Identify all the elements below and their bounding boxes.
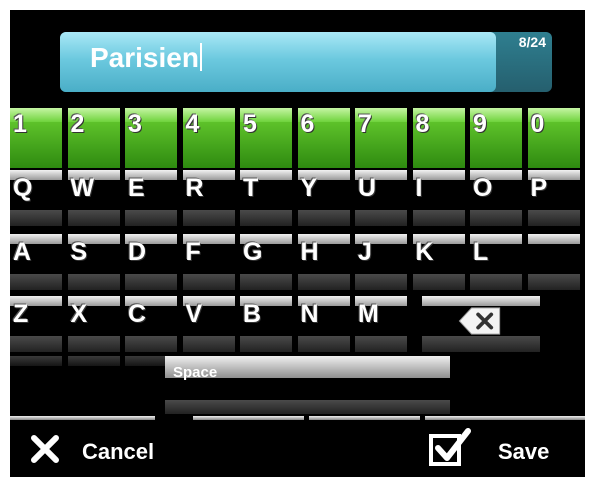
- key-r1-2[interactable]: E: [125, 170, 177, 226]
- key-label: 3: [128, 110, 142, 138]
- key-num-1[interactable]: 2: [67, 108, 120, 168]
- key-num-5[interactable]: 6: [297, 108, 350, 168]
- key-r2-7[interactable]: K: [412, 234, 465, 290]
- key-label: U: [358, 174, 377, 202]
- key-label: C: [128, 300, 147, 328]
- x-icon: [31, 435, 59, 463]
- key-label: G: [243, 238, 263, 266]
- key-label: K: [415, 238, 434, 266]
- blank-key[interactable]: [527, 234, 580, 290]
- key-r1-1[interactable]: W: [67, 170, 120, 226]
- key-label: T: [243, 174, 259, 202]
- keyboard-screen: Parisien 8/24 1 2 3 4 5 6 7 8 9 0 Q W E R T Y U I O P A S D F G H…: [10, 10, 585, 477]
- key-r3-3[interactable]: V: [182, 296, 235, 352]
- key-label: 6: [300, 110, 315, 138]
- key-label: 5: [243, 110, 257, 138]
- key-r1-4[interactable]: T: [240, 170, 292, 226]
- bottom-divider: [193, 416, 304, 420]
- text-entry-value-area[interactable]: Parisien: [60, 32, 496, 92]
- key-num-7[interactable]: 8: [412, 108, 465, 168]
- key-r1-7[interactable]: I: [412, 170, 465, 226]
- cancel-button[interactable]: Cancel: [10, 422, 190, 477]
- text-entry-value: Parisien: [90, 42, 202, 74]
- key-label: 9: [473, 110, 487, 138]
- key-num-0[interactable]: 1: [10, 108, 62, 168]
- key-num-8[interactable]: 9: [470, 108, 522, 168]
- key-label: F: [185, 238, 201, 266]
- key-label: O: [473, 174, 493, 202]
- blank-key: [10, 356, 62, 412]
- key-label: A: [13, 238, 32, 266]
- key-label: 1: [13, 110, 27, 138]
- text-caret: [199, 43, 202, 71]
- key-label: H: [300, 238, 319, 266]
- bottom-divider: [309, 416, 420, 420]
- key-label: B: [243, 300, 262, 328]
- key-r3-4[interactable]: B: [240, 296, 292, 352]
- key-label: L: [473, 238, 489, 266]
- key-r3-5[interactable]: N: [297, 296, 350, 352]
- key-num-4[interactable]: 5: [240, 108, 292, 168]
- key-r3-0[interactable]: Z: [10, 296, 62, 352]
- key-label: 7: [358, 110, 372, 138]
- key-label: I: [415, 174, 423, 202]
- key-label: M: [358, 300, 379, 328]
- key-label: N: [300, 300, 319, 328]
- key-r1-5[interactable]: Y: [297, 170, 350, 226]
- cancel-label: Cancel: [82, 439, 155, 464]
- key-label: Q: [13, 174, 33, 202]
- key-r2-3[interactable]: F: [182, 234, 235, 290]
- character-counter: 8/24: [518, 34, 546, 50]
- key-label: J: [358, 238, 372, 266]
- key-r1-0[interactable]: Q: [10, 170, 62, 226]
- key-label: 4: [185, 110, 200, 138]
- key-r2-8[interactable]: L: [470, 234, 522, 290]
- key-r2-1[interactable]: S: [67, 234, 120, 290]
- key-r3-1[interactable]: X: [67, 296, 120, 352]
- key-num-2[interactable]: 3: [125, 108, 177, 168]
- space-key[interactable]: Space: [165, 356, 450, 414]
- bottom-divider: [425, 416, 585, 420]
- key-r2-6[interactable]: J: [355, 234, 407, 290]
- key-r3-6[interactable]: M: [355, 296, 407, 352]
- key-label: Z: [13, 300, 29, 328]
- key-num-6[interactable]: 7: [355, 108, 407, 168]
- text-entry-field[interactable]: Parisien 8/24: [60, 32, 552, 92]
- key-r2-5[interactable]: H: [297, 234, 350, 290]
- key-r2-4[interactable]: G: [240, 234, 292, 290]
- key-label: D: [128, 238, 147, 266]
- key-label: E: [128, 174, 145, 202]
- key-r1-3[interactable]: R: [182, 170, 235, 226]
- key-label: X: [70, 300, 88, 328]
- key-label: 2: [70, 110, 85, 138]
- key-r2-0[interactable]: A: [10, 234, 62, 290]
- key-r1-9[interactable]: P: [527, 170, 580, 226]
- save-label: Save: [498, 439, 550, 464]
- key-r1-8[interactable]: O: [470, 170, 522, 226]
- key-r2-2[interactable]: D: [125, 234, 177, 290]
- key-label: S: [70, 238, 88, 266]
- key-num-9[interactable]: 0: [527, 108, 580, 168]
- backspace-icon: [458, 307, 501, 335]
- key-label: 0: [530, 110, 545, 138]
- bottom-divider: [10, 416, 155, 420]
- key-label: V: [185, 300, 203, 328]
- blank-key: [67, 356, 120, 412]
- key-label: Y: [300, 174, 318, 202]
- key-r3-2[interactable]: C: [125, 296, 177, 352]
- space-key-label: Space: [173, 364, 218, 381]
- key-label: P: [530, 174, 548, 202]
- key-label: W: [70, 174, 95, 202]
- checkbox-check-icon: [429, 428, 471, 466]
- key-label: R: [185, 174, 204, 202]
- key-num-3[interactable]: 4: [182, 108, 235, 168]
- key-r1-6[interactable]: U: [355, 170, 407, 226]
- save-button[interactable]: Save: [420, 422, 585, 477]
- key-label: 8: [415, 110, 430, 138]
